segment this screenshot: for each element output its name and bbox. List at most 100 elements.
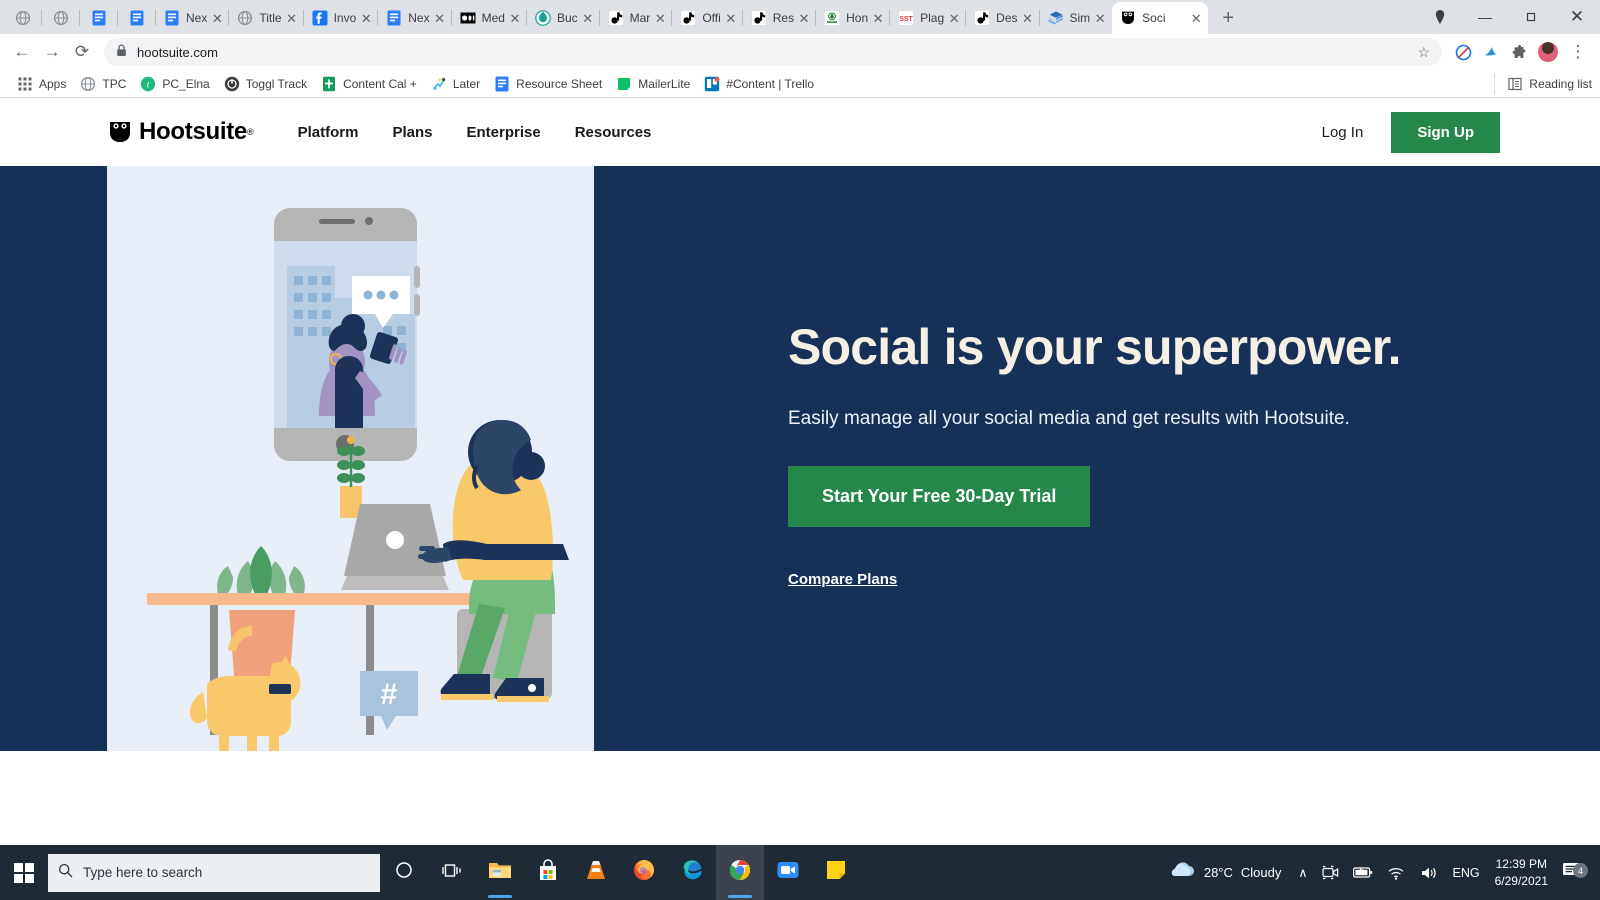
maximize-button[interactable] [1508, 0, 1554, 34]
bookmark-label: #Content | Trello [726, 76, 815, 91]
avatar[interactable] [1538, 42, 1558, 62]
bookmark-item[interactable]: Apps [10, 73, 73, 95]
minimize-button[interactable]: — [1462, 0, 1508, 34]
taskbar-sticky-notes[interactable] [812, 845, 860, 900]
tab-close-icon[interactable]: ✕ [946, 10, 962, 26]
browser-tab[interactable]: Med ✕ [452, 2, 528, 34]
bookmark-item[interactable]: Later [424, 73, 487, 95]
tab-close-icon[interactable]: ✕ [432, 10, 448, 26]
taskbar-cortana[interactable] [380, 845, 428, 900]
clock[interactable]: 12:39 PM 6/29/2021 [1487, 856, 1556, 888]
taskbar-edge[interactable] [668, 845, 716, 900]
bookmark-item[interactable]: #Content | Trello [697, 73, 821, 95]
battery-icon[interactable] [1346, 866, 1380, 879]
nav-item-plans[interactable]: Plans [392, 124, 432, 141]
bookmark-item[interactable]: Content Cal + [314, 73, 424, 95]
browser-tab[interactable]: Buc ✕ [527, 2, 600, 34]
url-text: hootsuite.com [137, 44, 218, 60]
windows-start-icon[interactable] [0, 845, 48, 900]
taskbar-chrome[interactable] [716, 845, 764, 900]
buffer-icon [535, 10, 551, 26]
browser-tab[interactable] [80, 2, 118, 34]
wifi-icon[interactable] [1380, 866, 1413, 880]
chrome-menu-icon[interactable]: ⋮ [1564, 38, 1592, 66]
browser-tab[interactable]: Soci ✕ [1112, 2, 1209, 34]
show-hidden-icons-chevron-icon[interactable]: ∧ [1291, 865, 1314, 880]
browser-tab[interactable]: Hon ✕ [816, 2, 891, 34]
window-close-button[interactable]: ✕ [1554, 0, 1600, 34]
tab-close-icon[interactable]: ✕ [796, 10, 812, 26]
browser-tab[interactable] [4, 2, 42, 34]
notification-center-button[interactable]: 4 [1556, 861, 1592, 884]
extensions-puzzle-icon[interactable] [1506, 39, 1532, 65]
sign-up-button[interactable]: Sign Up [1391, 111, 1500, 153]
profile-chip-icon[interactable] [1424, 0, 1456, 34]
hootsuite-logo[interactable]: Hootsuite ® [107, 118, 254, 146]
new-tab-button[interactable]: + [1214, 4, 1242, 32]
tab-close-icon[interactable]: ✕ [358, 10, 374, 26]
doc-blue-icon [164, 10, 180, 26]
tab-close-icon[interactable]: ✕ [870, 10, 886, 26]
reload-icon[interactable]: ⟳ [68, 38, 96, 66]
taskbar-search-input[interactable]: Type here to search [48, 853, 380, 892]
tab-close-icon[interactable]: ✕ [1020, 10, 1036, 26]
tab-title: Plag [920, 11, 945, 25]
tab-title: Res [772, 11, 795, 25]
taskbar-firefox[interactable] [620, 845, 668, 900]
browser-tab[interactable]: Nex ✕ [378, 2, 452, 34]
weather-widget[interactable]: 28°C Cloudy [1166, 861, 1292, 884]
reading-list-button[interactable]: Reading list [1494, 73, 1592, 94]
edge-icon [681, 859, 703, 886]
forward-icon[interactable]: → [38, 38, 66, 66]
tab-title: Buc [556, 11, 578, 25]
log-in-link[interactable]: Log In [1322, 124, 1364, 141]
bookmark-item[interactable]: Resource Sheet [487, 73, 609, 95]
grammarly-icon[interactable] [1478, 39, 1504, 65]
tab-close-icon[interactable]: ✕ [1188, 10, 1204, 26]
tab-close-icon[interactable]: ✕ [507, 10, 523, 26]
browser-tab[interactable]: SST Plag ✕ [890, 2, 967, 34]
trello-icon [704, 76, 720, 92]
browser-tab[interactable] [118, 2, 156, 34]
start-free-trial-button[interactable]: Start Your Free 30-Day Trial [788, 465, 1091, 527]
taskbar-file-explorer[interactable] [476, 845, 524, 900]
tab-close-icon[interactable]: ✕ [1092, 10, 1108, 26]
browser-tab[interactable]: Invo ✕ [304, 2, 379, 34]
browser-tab[interactable]: Des ✕ [966, 2, 1040, 34]
browser-tab[interactable]: Nex ✕ [156, 2, 230, 34]
tab-close-icon[interactable]: ✕ [723, 10, 739, 26]
tab-title: Hon [846, 11, 869, 25]
system-tray: 28°C Cloudy ∧ ENG 12:39 PM 6/29/2021 4 [1166, 845, 1600, 900]
bookmark-star-icon[interactable]: ☆ [1417, 44, 1430, 61]
browser-tab[interactable]: Sim ✕ [1040, 2, 1113, 34]
language-indicator[interactable]: ENG [1446, 866, 1487, 880]
nav-item-resources[interactable]: Resources [575, 124, 652, 141]
bookmark-item[interactable]: Toggl Track [217, 73, 314, 95]
adblock-icon[interactable] [1450, 39, 1476, 65]
bookmark-item[interactable]: MailerLite [609, 73, 697, 95]
meet-now-icon[interactable] [1315, 865, 1346, 880]
browser-tab[interactable]: Mar ✕ [600, 2, 673, 34]
address-bar[interactable]: hootsuite.com ☆ [104, 38, 1442, 66]
volume-icon[interactable] [1413, 866, 1446, 880]
nav-item-enterprise[interactable]: Enterprise [466, 124, 540, 141]
browser-tab[interactable]: Res ✕ [743, 2, 817, 34]
taskbar-microsoft-store[interactable] [524, 845, 572, 900]
browser-tab[interactable]: Title ✕ [229, 2, 304, 34]
bookmark-item[interactable]: t PC_Elna [133, 73, 216, 95]
taskbar-zoom[interactable] [764, 845, 812, 900]
tab-close-icon[interactable]: ✕ [652, 10, 668, 26]
globe-icon [53, 10, 69, 26]
taskbar-task-view[interactable] [428, 845, 476, 900]
doc-blue-icon [91, 10, 107, 26]
nav-item-platform[interactable]: Platform [298, 124, 359, 141]
compare-plans-link[interactable]: Compare Plans [788, 571, 897, 588]
bookmark-item[interactable]: TPC [73, 73, 133, 95]
tab-close-icon[interactable]: ✕ [580, 10, 596, 26]
tab-close-icon[interactable]: ✕ [209, 10, 225, 26]
back-icon[interactable]: ← [8, 38, 36, 66]
taskbar-vlc[interactable] [572, 845, 620, 900]
tab-close-icon[interactable]: ✕ [284, 10, 300, 26]
browser-tab[interactable] [42, 2, 80, 34]
browser-tab[interactable]: Offi ✕ [672, 2, 744, 34]
